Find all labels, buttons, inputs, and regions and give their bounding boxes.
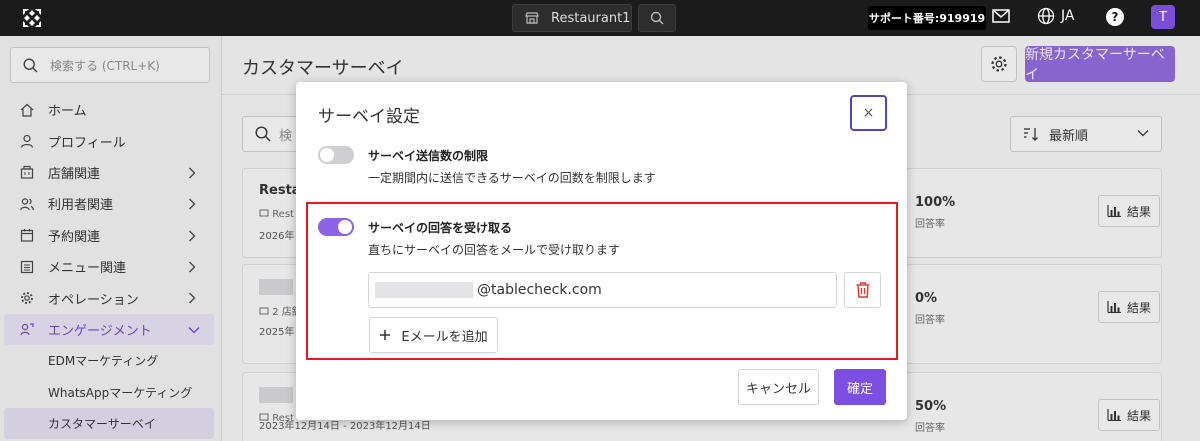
add-email-button[interactable]: Eメールを追加	[369, 317, 498, 353]
tablecheck-logo-icon[interactable]	[20, 6, 44, 30]
search-icon	[650, 11, 664, 25]
global-search-button[interactable]	[638, 4, 676, 32]
support-number: 919919	[939, 11, 986, 25]
limit-sends-toggle[interactable]	[318, 146, 354, 164]
add-email-label: Eメールを追加	[401, 329, 488, 345]
redacted-block	[375, 282, 473, 298]
receive-responses-toggle[interactable]	[318, 218, 354, 236]
receive-responses-title: サーベイの回答を受け取る	[368, 221, 513, 235]
limit-sends-title: サーベイ送信数の制限	[368, 149, 489, 163]
help-icon[interactable]: ?	[1106, 8, 1124, 26]
confirm-button[interactable]: 確定	[834, 369, 886, 405]
dialog-title: サーベイ設定	[318, 107, 420, 127]
language-selector[interactable]: JA	[1037, 7, 1074, 25]
plus-icon	[380, 330, 391, 340]
restaurant-name: Restaurant1	[551, 10, 631, 26]
delete-email-button[interactable]	[844, 272, 881, 308]
email-field[interactable]: @tablecheck.com	[368, 272, 837, 308]
language-code: JA	[1061, 8, 1075, 24]
close-button[interactable]: ×	[850, 95, 887, 131]
store-icon	[525, 12, 539, 24]
trash-icon	[856, 282, 869, 298]
survey-settings-dialog: サーベイ設定 × サーベイ送信数の制限 一定期間内に送信できるサーベイの回数を制…	[296, 82, 907, 420]
mail-icon[interactable]	[992, 9, 1010, 23]
support-number-badge: サポート番号: 919919	[868, 6, 986, 30]
globe-icon	[1037, 7, 1055, 25]
cancel-button[interactable]: キャンセル	[738, 369, 819, 405]
top-bar: Restaurant1 サポート番号: 919919 JA ? T	[0, 0, 1200, 36]
receive-responses-description: 直ちにサーベイの回答をメールで受け取ります	[368, 243, 621, 257]
toggle-knob	[338, 220, 352, 234]
toggle-knob	[320, 148, 334, 162]
email-domain: @tablecheck.com	[477, 282, 602, 298]
limit-sends-description: 一定期間内に送信できるサーベイの回数を制限します	[368, 171, 656, 185]
restaurant-selector[interactable]: Restaurant1	[512, 4, 632, 32]
support-label: サポート番号:	[868, 12, 940, 25]
avatar[interactable]: T	[1151, 5, 1175, 29]
